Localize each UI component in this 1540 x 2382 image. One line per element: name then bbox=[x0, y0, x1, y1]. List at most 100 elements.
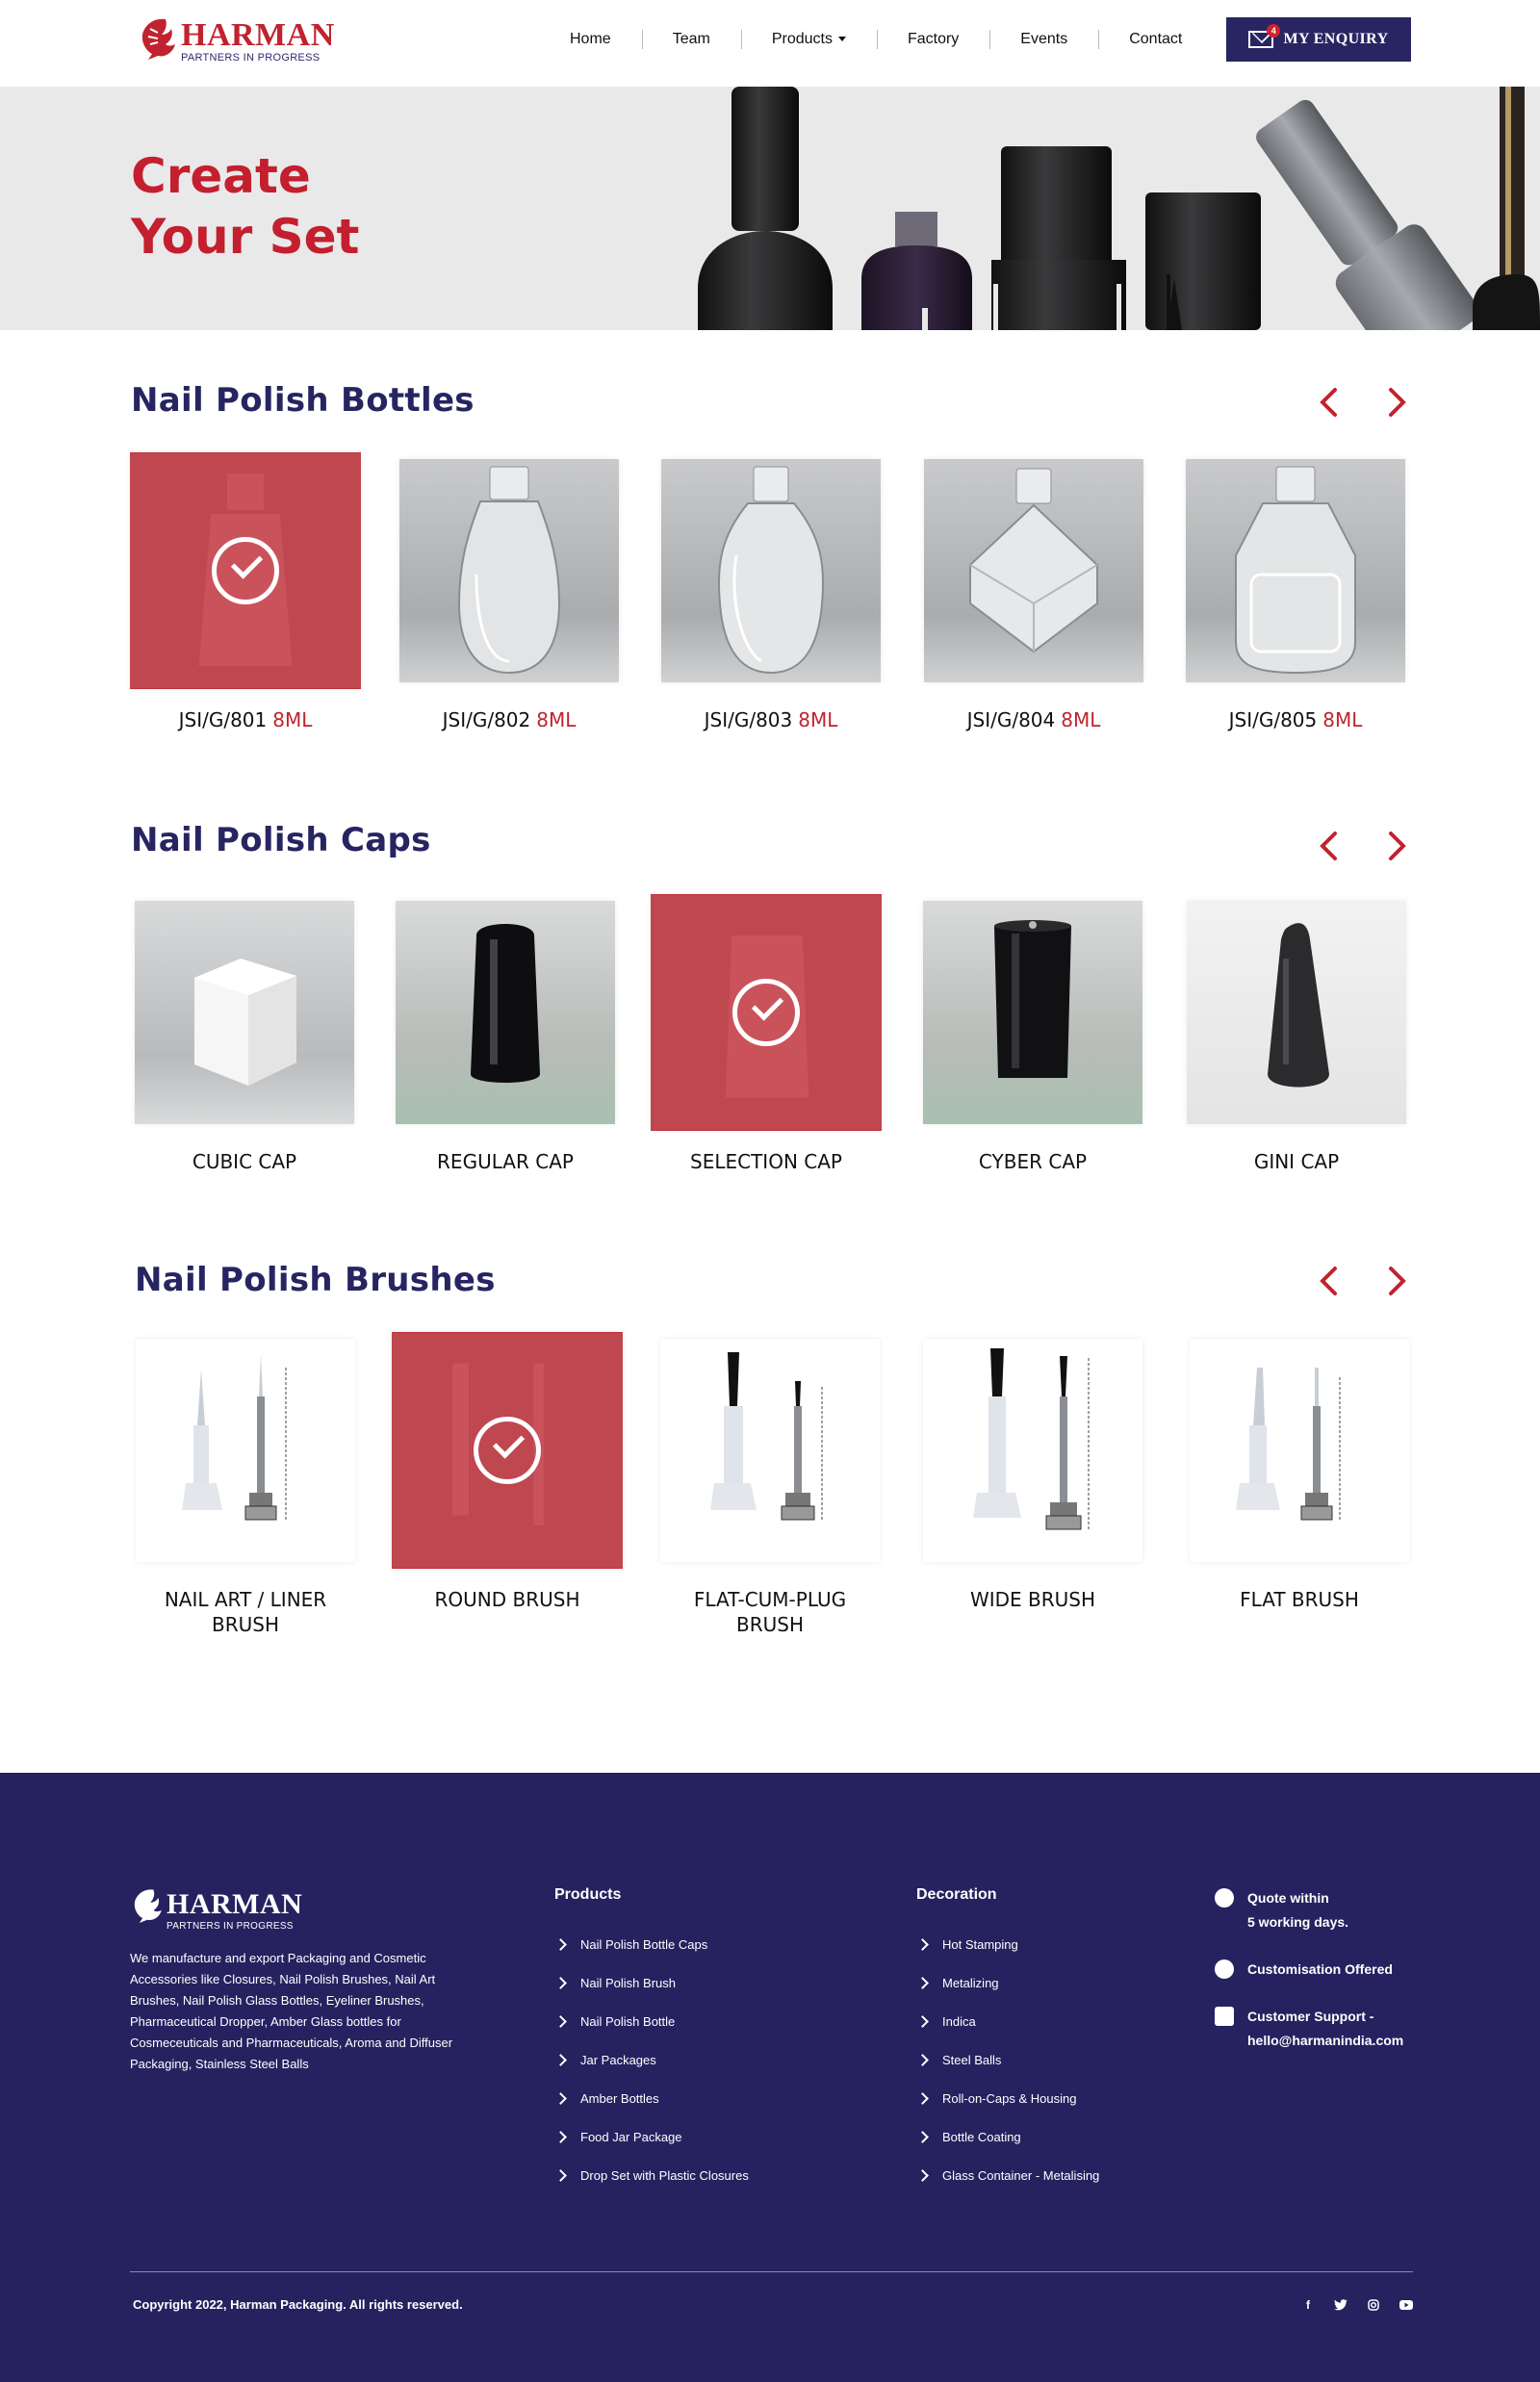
hero-title-line1: Create bbox=[131, 148, 311, 204]
footer-link[interactable]: Amber Bottles bbox=[554, 2079, 749, 2117]
product-code: JSI/G/802 bbox=[442, 708, 531, 731]
product-name-line1: ROUND BRUSH bbox=[434, 1588, 580, 1611]
carousel-next-button[interactable] bbox=[1382, 1265, 1411, 1297]
product-size: 8ML bbox=[272, 708, 313, 731]
nav-contact[interactable]: Contact bbox=[1098, 30, 1213, 49]
product-code: JSI/G/803 bbox=[704, 708, 793, 731]
product-name-line2: BRUSH bbox=[736, 1613, 804, 1636]
product-code: JSI/G/801 bbox=[178, 708, 268, 731]
footer-link[interactable]: Nail Polish Brush bbox=[554, 1963, 749, 2002]
nav-events[interactable]: Events bbox=[989, 30, 1098, 49]
footer-link[interactable]: Glass Container - Metalising bbox=[916, 2156, 1099, 2194]
facebook-icon[interactable]: f bbox=[1299, 2296, 1317, 2314]
nav-events-label: Events bbox=[1020, 31, 1068, 47]
lion-icon bbox=[134, 1889, 162, 1923]
footer-link[interactable]: Bottle Coating bbox=[916, 2117, 1099, 2156]
twitter-icon[interactable] bbox=[1332, 2296, 1349, 2314]
hero-title: Create Your Set bbox=[131, 146, 359, 268]
product-size: 8ML bbox=[536, 708, 577, 731]
hero-banner: Create Your Set bbox=[0, 87, 1540, 330]
nav-home[interactable]: Home bbox=[539, 30, 642, 49]
chevron-left-icon bbox=[1320, 1267, 1337, 1295]
footer-decoration-column: Decoration Hot Stamping Metalizing Indic… bbox=[916, 1886, 1099, 2194]
nav-factory[interactable]: Factory bbox=[876, 30, 989, 49]
checkmark-icon bbox=[732, 979, 800, 1046]
carousel-next-button[interactable] bbox=[1382, 830, 1411, 862]
nav-products[interactable]: Products bbox=[740, 30, 877, 49]
bottle-image bbox=[924, 459, 1143, 682]
rupee-icon bbox=[1215, 1888, 1234, 1908]
product-label: JSI/G/802 8ML bbox=[380, 707, 638, 732]
product-label: NAIL ART / LINER BRUSH bbox=[116, 1587, 374, 1637]
brush-image bbox=[136, 1339, 355, 1562]
info-support: Customer Support - hello@harmanindia.com bbox=[1215, 2005, 1426, 2053]
social-links: f bbox=[1299, 2296, 1415, 2314]
product-label: CUBIC CAP bbox=[192, 1150, 297, 1173]
enquiry-label: MY ENQUIRY bbox=[1283, 31, 1389, 47]
support-email-link[interactable]: hello@harmanindia.com bbox=[1247, 2029, 1403, 2053]
bottle-image bbox=[130, 452, 361, 689]
carousel-prev-button[interactable] bbox=[1315, 1265, 1344, 1297]
chevron-left-icon bbox=[1320, 388, 1337, 417]
footer-logo-tagline: PARTNERS IN PROGRESS bbox=[167, 1921, 294, 1932]
cap-image bbox=[1187, 901, 1406, 1124]
checkmark-icon bbox=[212, 537, 279, 604]
my-enquiry-button[interactable]: 4 MY ENQUIRY bbox=[1226, 17, 1411, 62]
harman-logo[interactable]: HARMAN PARTNERS IN PROGRESS bbox=[137, 13, 334, 67]
footer-link[interactable]: Metalizing bbox=[916, 1963, 1099, 2002]
logo-name: HARMAN bbox=[181, 17, 335, 53]
footer-link[interactable]: Nail Polish Bottle Caps bbox=[554, 1925, 749, 1963]
site-footer: HARMAN PARTNERS IN PROGRESS We manufactu… bbox=[0, 1773, 1540, 2382]
product-label: JSI/G/805 8ML bbox=[1167, 707, 1424, 732]
chevron-right-icon bbox=[1389, 1267, 1406, 1295]
chevron-right-icon bbox=[1389, 832, 1406, 860]
footer-products-title: Products bbox=[554, 1886, 622, 1903]
footer-link[interactable]: Indica bbox=[916, 2002, 1099, 2040]
carousel-prev-button[interactable] bbox=[1315, 830, 1344, 862]
cap-image bbox=[135, 901, 354, 1124]
cap-image bbox=[651, 894, 882, 1131]
footer-products-column: Products Nail Polish Bottle Caps Nail Po… bbox=[554, 1886, 749, 2194]
footer-link[interactable]: Jar Packages bbox=[554, 2040, 749, 2079]
footer-about-text: We manufacture and export Packaging and … bbox=[130, 1951, 453, 2071]
product-label: REGULAR CAP bbox=[437, 1150, 574, 1173]
instagram-icon[interactable] bbox=[1365, 2296, 1382, 2314]
footer-logo[interactable]: HARMAN PARTNERS IN PROGRESS bbox=[130, 1886, 313, 1932]
nav-team-label: Team bbox=[672, 31, 710, 47]
enquiry-count-badge: 4 bbox=[1267, 24, 1281, 38]
product-label: SELECTION CAP bbox=[690, 1150, 842, 1173]
carousel-next-button[interactable] bbox=[1382, 386, 1411, 419]
carousel-prev-button[interactable] bbox=[1315, 386, 1344, 419]
youtube-icon[interactable] bbox=[1398, 2296, 1415, 2314]
bottle-image bbox=[399, 459, 619, 682]
site-header: HARMAN PARTNERS IN PROGRESS Home Team Pr… bbox=[0, 0, 1540, 87]
footer-link[interactable]: Steel Balls bbox=[916, 2040, 1099, 2079]
section-title: Nail Polish Bottles bbox=[131, 381, 475, 420]
nav-team[interactable]: Team bbox=[641, 30, 741, 49]
chevron-left-icon bbox=[1320, 832, 1337, 860]
product-code: JSI/G/804 bbox=[966, 708, 1056, 731]
cap-image bbox=[396, 901, 615, 1124]
footer-decoration-title: Decoration bbox=[916, 1886, 997, 1903]
product-name-line1: WIDE BRUSH bbox=[969, 1588, 1096, 1611]
nav-home-label: Home bbox=[570, 31, 611, 47]
product-label: JSI/G/801 8ML bbox=[116, 707, 374, 732]
lion-icon bbox=[141, 18, 175, 61]
checkmark-icon bbox=[474, 1417, 541, 1484]
footer-link[interactable]: Drop Set with Plastic Closures bbox=[554, 2156, 749, 2194]
footer-link[interactable]: Nail Polish Bottle bbox=[554, 2002, 749, 2040]
footer-divider bbox=[130, 2271, 1413, 2272]
mail-icon: 4 bbox=[1248, 24, 1281, 48]
section-title: Nail Polish Caps bbox=[131, 821, 431, 859]
footer-logo-name: HARMAN bbox=[167, 1888, 303, 1920]
footer-link[interactable]: Hot Stamping bbox=[916, 1925, 1099, 1963]
nav-products-label: Products bbox=[771, 31, 833, 47]
chat-icon bbox=[1215, 2007, 1234, 2026]
footer-link[interactable]: Food Jar Package bbox=[554, 2117, 749, 2156]
product-label: JSI/G/803 8ML bbox=[642, 707, 900, 732]
main-nav: Home Team Products Factory Events Contac… bbox=[539, 0, 1213, 79]
product-size: 8ML bbox=[798, 708, 838, 731]
brush-image bbox=[392, 1332, 623, 1569]
product-size: 8ML bbox=[1322, 708, 1363, 731]
footer-link[interactable]: Roll-on-Caps & Housing bbox=[916, 2079, 1099, 2117]
